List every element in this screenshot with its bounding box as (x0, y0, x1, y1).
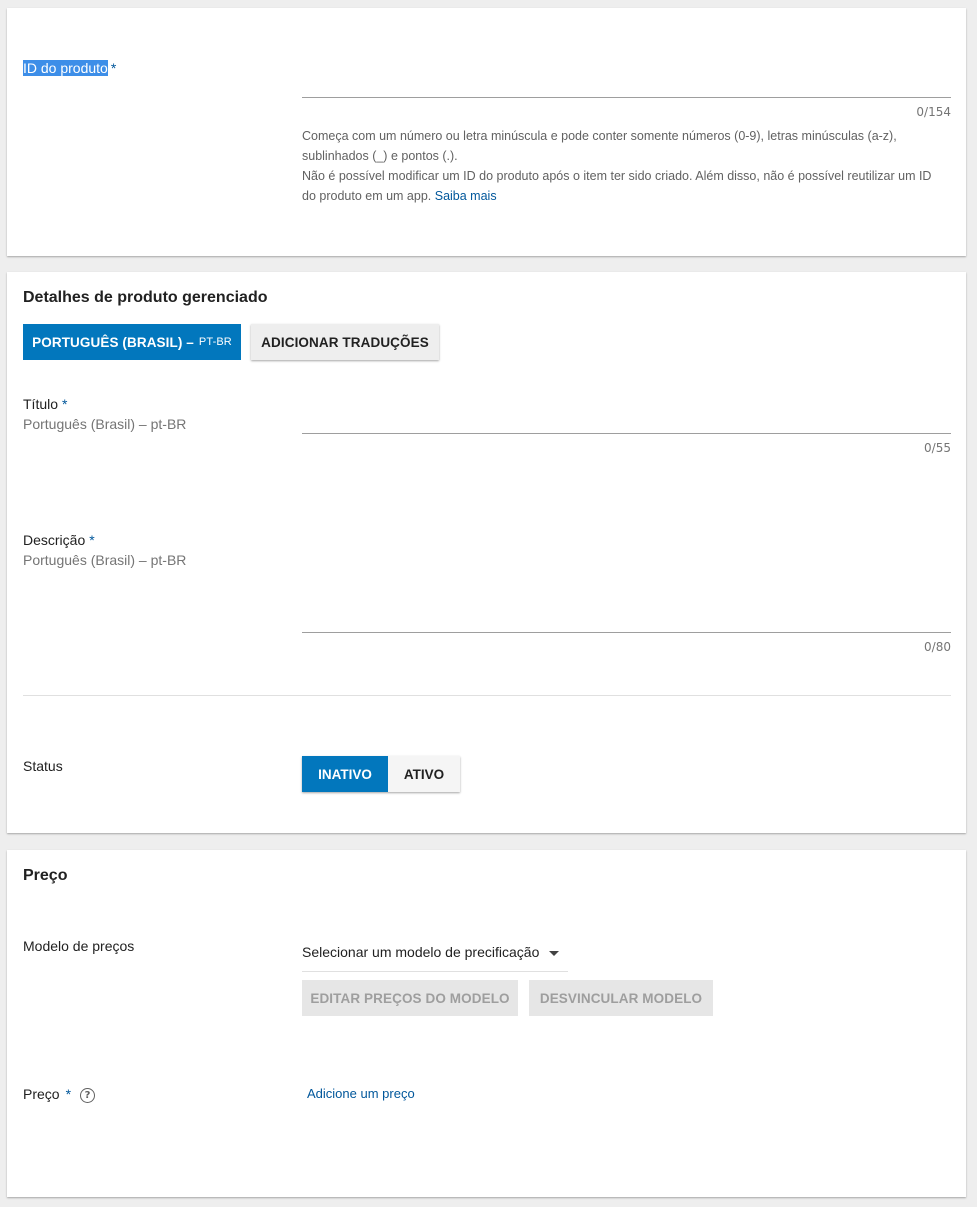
helper-line: do produto em um app. Saiba mais (302, 186, 952, 206)
title-label-row: Título * (23, 396, 67, 412)
language-button-label: PORTUGUÊS (BRASIL) – (32, 334, 194, 350)
description-input-underline (302, 632, 951, 633)
pricing-model-label: Modelo de preços (23, 938, 135, 954)
title-language-sublabel: Português (Brasil) – pt-BR (23, 416, 187, 432)
description-label-row: Descrição * (23, 532, 95, 548)
description-language-sublabel: Português (Brasil) – pt-BR (23, 552, 187, 568)
language-code: PT-BR (198, 336, 232, 348)
helper-line-text: do produto em um app. (302, 189, 432, 203)
title-label: Título (23, 396, 59, 412)
product-id-label-row: ID do produto * (23, 60, 116, 76)
status-toggle: INATIVO ATIVO (302, 756, 460, 792)
learn-more-link[interactable]: Saiba mais (435, 189, 497, 203)
description-label: Descrição (23, 532, 86, 548)
product-id-card: ID do produto * 0/154 Começa com um númer… (7, 8, 966, 256)
price-label: Preço (23, 1086, 60, 1102)
required-mark: * (62, 396, 68, 412)
pricing-model-select[interactable]: Selecionar um modelo de precificação (302, 944, 568, 972)
description-textarea[interactable] (302, 530, 951, 631)
pricing-model-select-value: Selecionar um modelo de precificação (302, 944, 540, 960)
product-id-label: ID do produto (23, 60, 108, 76)
product-details-card: Detalhes de produto gerenciado PORTUGUÊS… (7, 272, 966, 833)
price-label-row: Preço * (23, 1086, 71, 1102)
title-counter: 0/55 (924, 441, 951, 455)
title-input[interactable] (302, 394, 951, 432)
status-active-option[interactable]: ATIVO (388, 756, 460, 792)
required-mark: * (110, 60, 117, 76)
section-divider (23, 695, 951, 696)
required-mark: * (65, 1086, 72, 1102)
required-mark: * (89, 532, 95, 548)
status-inactive-option[interactable]: INATIVO (302, 756, 388, 792)
help-icon[interactable]: ? (80, 1088, 95, 1103)
price-section-title: Preço (23, 867, 68, 884)
helper-line: Não é possível modificar um ID do produt… (302, 169, 932, 183)
product-id-input-underline (302, 97, 951, 98)
price-card: Preço Modelo de preços Selecionar um mod… (7, 850, 966, 1197)
language-pt-br-button[interactable]: PORTUGUÊS (BRASIL) – PT-BR (23, 324, 241, 360)
details-section-title: Detalhes de produto gerenciado (23, 289, 268, 306)
edit-model-prices-button[interactable]: EDITAR PREÇOS DO MODELO (302, 980, 518, 1016)
helper-line: Começa com um número ou letra minúscula … (302, 129, 897, 143)
add-translations-button[interactable]: ADICIONAR TRADUÇÕES (251, 324, 439, 360)
product-id-helper: Começa com um número ou letra minúscula … (302, 126, 952, 206)
helper-line: sublinhados (_) e pontos (.). (302, 149, 458, 163)
unlink-model-button[interactable]: DESVINCULAR MODELO (529, 980, 713, 1016)
chevron-down-icon (549, 951, 559, 956)
product-id-counter: 0/154 (916, 105, 951, 119)
product-id-input[interactable] (302, 58, 951, 96)
description-counter: 0/80 (924, 640, 951, 654)
status-label: Status (23, 758, 63, 774)
add-price-link[interactable]: Adicione um preço (307, 1086, 415, 1101)
title-input-underline (302, 433, 951, 434)
